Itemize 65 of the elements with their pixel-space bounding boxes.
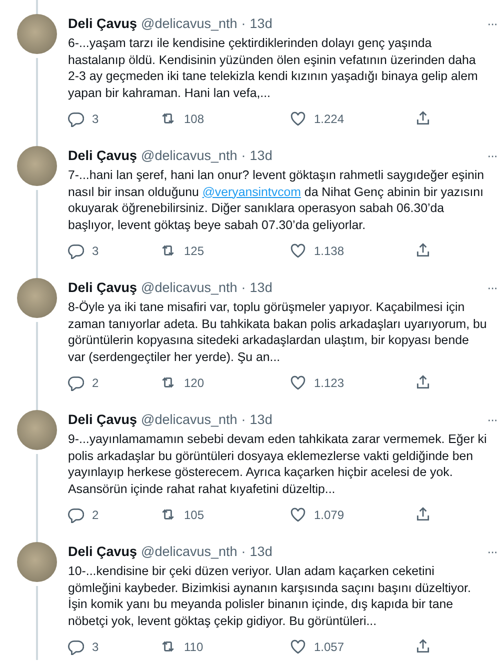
retweet-count: 110 xyxy=(184,639,204,656)
reply-count: 2 xyxy=(92,375,99,392)
retweet-count: 125 xyxy=(184,243,204,260)
avatar-placeholder[interactable] xyxy=(17,542,57,582)
tweet-time[interactable]: 13d xyxy=(250,278,272,298)
author-name[interactable]: Deli Çavuş xyxy=(68,14,138,34)
heart-icon[interactable] xyxy=(290,243,306,259)
retweet-count: 120 xyxy=(184,375,204,392)
separator-dot: · xyxy=(241,147,246,165)
like-count: 1.057 xyxy=(314,639,344,656)
reply-icon[interactable] xyxy=(68,639,84,655)
more-options-button[interactable]: ··· xyxy=(487,146,497,166)
more-options-button[interactable]: ··· xyxy=(487,278,497,298)
author-name[interactable]: Deli Çavuş xyxy=(68,146,138,166)
author-handle[interactable]: @delicavus_nth xyxy=(141,14,238,34)
reply-count: 3 xyxy=(92,639,99,656)
heart-icon[interactable] xyxy=(290,507,306,523)
separator-dot: · xyxy=(241,543,246,561)
tweet-text: 10-...kendisine bir çeki düzen veriyor. Ulan adam kaçarken ceketini gömleğini kaybeder. Bizimkisi aynanın karşısında saçını başını düzeltiyor. İşin komik yanı bu meyanda polisler binanın içinde, dış kapıda bir tane nöbetçi yok, levent göktaş çekip gidiyor. Bu görüntüleri... xyxy=(68,563,471,629)
author-handle[interactable]: @delicavus_nth xyxy=(141,410,238,430)
heart-icon[interactable] xyxy=(290,375,306,391)
separator-dot: · xyxy=(241,279,246,297)
retweet-count: 105 xyxy=(184,507,204,524)
avatar-placeholder[interactable] xyxy=(17,410,57,450)
retweet-count: 108 xyxy=(184,111,204,128)
author-handle[interactable]: @delicavus_nth xyxy=(141,278,238,298)
separator-dot: · xyxy=(241,15,246,33)
share-icon[interactable] xyxy=(415,507,431,523)
reply-icon[interactable] xyxy=(68,243,84,259)
tweet-time[interactable]: 13d xyxy=(250,14,272,34)
share-icon[interactable] xyxy=(415,111,431,127)
avatar-placeholder[interactable] xyxy=(17,14,57,54)
reply-icon[interactable] xyxy=(68,111,84,127)
like-count: 1.138 xyxy=(314,243,344,260)
tweet-time[interactable]: 13d xyxy=(250,410,272,430)
author-handle[interactable]: @delicavus_nth xyxy=(141,146,238,166)
author-name[interactable]: Deli Çavuş xyxy=(68,410,138,430)
share-icon[interactable] xyxy=(415,639,431,655)
share-icon[interactable] xyxy=(415,375,431,391)
tweet-text: 9-...yayınlamamamın sebebi devam eden tahkikata zarar vermemek. Eğer ki polis arkadaşlar bu görüntüleri dosyaya eklemezlerse vakti geldiğinde ben yayınlayıp herkese gösterecem. Ayrıca kaçarken hiçbir acelesi de yok. Asansörün içinde rahat rahat kıyafetini düzeltip... xyxy=(68,431,487,497)
tweet-text: 8-Öyle ya iki tane misafiri var, toplu görüşmeler yapıyor. Kaçabilmesi için zaman tanıyorlar adeta. Bu tahkikata bakan polis arkadaşları uyarıyorum, bu görüntülerin kopyasına sitedeki arkadaşlardan ulaştım, bir kopyası bende var (serdengeçtiler her yerde). Şu an... xyxy=(68,299,487,365)
heart-icon[interactable] xyxy=(290,639,306,655)
author-name[interactable]: Deli Çavuş xyxy=(68,278,138,298)
heart-icon[interactable] xyxy=(290,111,306,127)
share-icon[interactable] xyxy=(415,243,431,259)
reply-icon[interactable] xyxy=(68,507,84,523)
more-options-button[interactable]: ··· xyxy=(487,410,497,430)
more-options-button[interactable]: ··· xyxy=(487,542,497,562)
avatar-placeholder[interactable] xyxy=(17,278,57,318)
tweet-time[interactable]: 13d xyxy=(250,146,272,166)
author-handle[interactable]: @delicavus_nth xyxy=(141,542,238,562)
like-count: 1.224 xyxy=(314,111,344,128)
reply-count: 2 xyxy=(92,507,99,524)
tweet-text: 7-...hani lan şeref, hani lan onur? levent göktaşın rahmetli saygıdeğer eşinin nasıl bir insan olduğunu @veryansintvcom da Nihat Genç abinin bir yazısını okuyarak öğrenebilirsiniz. Diğer sanıklara operasyon sabah 06.30’da başlıyor, levent göktaş beye sabah 07.30’da geliyorlar. xyxy=(68,167,484,233)
like-count: 1.079 xyxy=(314,507,344,524)
reply-count: 3 xyxy=(92,243,99,260)
reply-icon[interactable] xyxy=(68,375,84,391)
avatar-placeholder[interactable] xyxy=(17,146,57,186)
tweet-text: 6-...yaşam tarzı ile kendisine çektirdiklerinden dolayı genç yaşında hastalanıp öldü. Kendisinin yüzünden ölen eşinin vefatının üzerinden daha 2-3 ay geçmeden iki tane telekizla kendi kızının yaşadığı binaya gelip alem yapan bir kahraman. Hani lan vefa,... xyxy=(68,35,478,101)
reply-count: 3 xyxy=(92,111,99,128)
tweet-time[interactable]: 13d xyxy=(250,542,272,562)
like-count: 1.123 xyxy=(314,375,344,392)
separator-dot: · xyxy=(241,411,246,429)
author-name[interactable]: Deli Çavuş xyxy=(68,542,138,562)
more-options-button[interactable]: ··· xyxy=(487,14,497,34)
